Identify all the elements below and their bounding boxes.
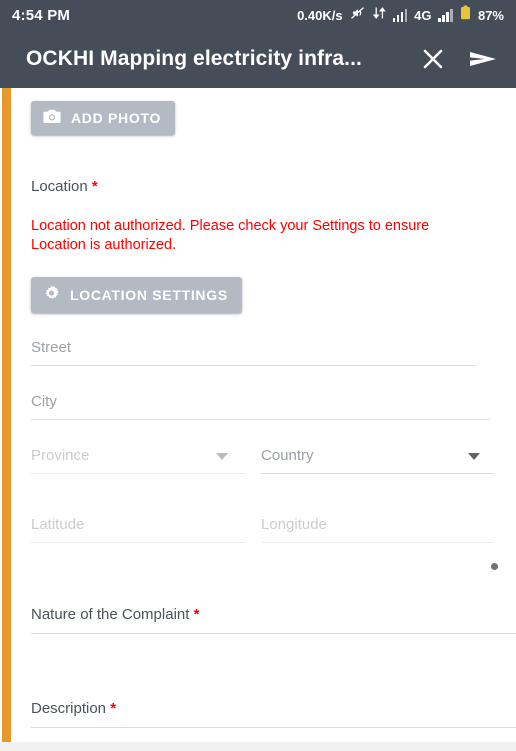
page-title: OCKHI Mapping electricity infra... xyxy=(26,47,362,70)
description-field[interactable]: Description * xyxy=(31,700,516,734)
send-button[interactable] xyxy=(468,46,498,72)
app-bar-actions xyxy=(410,46,498,72)
city-placeholder: City xyxy=(31,393,57,411)
country-dropdown[interactable]: Country xyxy=(261,441,494,488)
province-chevron-down-icon xyxy=(216,453,228,461)
close-button[interactable] xyxy=(420,46,446,72)
country-placeholder: Country xyxy=(261,447,314,465)
country-underline xyxy=(261,473,494,475)
province-dropdown[interactable]: Province xyxy=(31,441,260,488)
province-underline xyxy=(31,473,246,475)
description-required-asterisk: * xyxy=(110,700,117,718)
street-placeholder: Street xyxy=(31,339,72,357)
complaint-form: ADD PHOTO Location * Location not author… xyxy=(0,88,516,734)
location-settings-label: LOCATION SETTINGS xyxy=(70,287,228,304)
add-photo-label: ADD PHOTO xyxy=(71,110,162,126)
status-bar-indicators: 0.40K/s 4G 87% xyxy=(297,5,504,25)
nature-of-complaint-field[interactable]: Nature of the Complaint * xyxy=(31,606,516,640)
app-screen: 4:54 PM 0.40K/s 4G 87% OCKHI Mapping ele… xyxy=(0,0,516,751)
nature-underline xyxy=(31,633,516,635)
location-required-asterisk: * xyxy=(91,178,98,195)
network-type-label: 4G xyxy=(414,7,432,23)
status-bar: 4:54 PM 0.40K/s 4G 87% xyxy=(0,0,516,30)
close-icon xyxy=(420,49,446,75)
send-icon xyxy=(468,52,498,75)
latitude-placeholder: Latitude xyxy=(31,516,85,534)
nature-of-complaint-label: Nature of the Complaint * xyxy=(31,606,516,623)
mute-crossed-icon xyxy=(350,6,366,25)
city-field[interactable]: City xyxy=(31,387,516,434)
country-chevron-down-icon xyxy=(468,453,480,461)
bottom-divider xyxy=(0,742,516,751)
location-settings-button[interactable]: LOCATION SETTINGS xyxy=(31,277,242,314)
description-label: Description * xyxy=(31,700,516,717)
description-label-text: Description xyxy=(31,700,107,718)
street-field[interactable]: Street xyxy=(31,333,516,380)
network-speed-label: 0.40K/s xyxy=(297,7,343,23)
street-underline xyxy=(31,365,476,367)
signal-bars-icon-1 xyxy=(392,8,408,22)
add-photo-button[interactable]: ADD PHOTO xyxy=(31,101,176,135)
data-transfer-icon xyxy=(372,6,386,25)
location-error-message: Location not authorized. Please check yo… xyxy=(31,218,430,254)
battery-percent-label: 87% xyxy=(477,7,504,23)
gear-icon xyxy=(43,285,60,305)
status-bar-clock: 4:54 PM xyxy=(12,6,71,24)
battery-icon xyxy=(460,5,471,25)
camera-icon xyxy=(43,109,61,127)
latitude-underline xyxy=(31,542,246,544)
overflow-dot-row xyxy=(31,557,516,579)
form-scroll-area[interactable]: ADD PHOTO Location * Location not author… xyxy=(0,88,516,751)
lat-long-row: Latitude Longitude xyxy=(31,510,516,557)
more-options-dot-icon[interactable] xyxy=(491,563,498,571)
description-underline xyxy=(31,727,516,729)
nature-label-text: Nature of the Complaint xyxy=(31,606,190,624)
nature-required-asterisk: * xyxy=(193,606,200,624)
location-section-label: Location * xyxy=(31,178,516,195)
province-placeholder: Province xyxy=(31,447,90,465)
province-country-row: Province Country xyxy=(31,441,516,488)
longitude-underline xyxy=(261,542,494,544)
app-bar: OCKHI Mapping electricity infra... xyxy=(0,30,516,88)
latitude-field[interactable]: Latitude xyxy=(31,510,260,557)
signal-bars-icon-2 xyxy=(438,8,453,22)
longitude-field[interactable]: Longitude xyxy=(261,510,494,557)
location-label-text: Location xyxy=(31,178,88,195)
city-underline xyxy=(31,419,490,421)
longitude-placeholder: Longitude xyxy=(261,516,327,534)
